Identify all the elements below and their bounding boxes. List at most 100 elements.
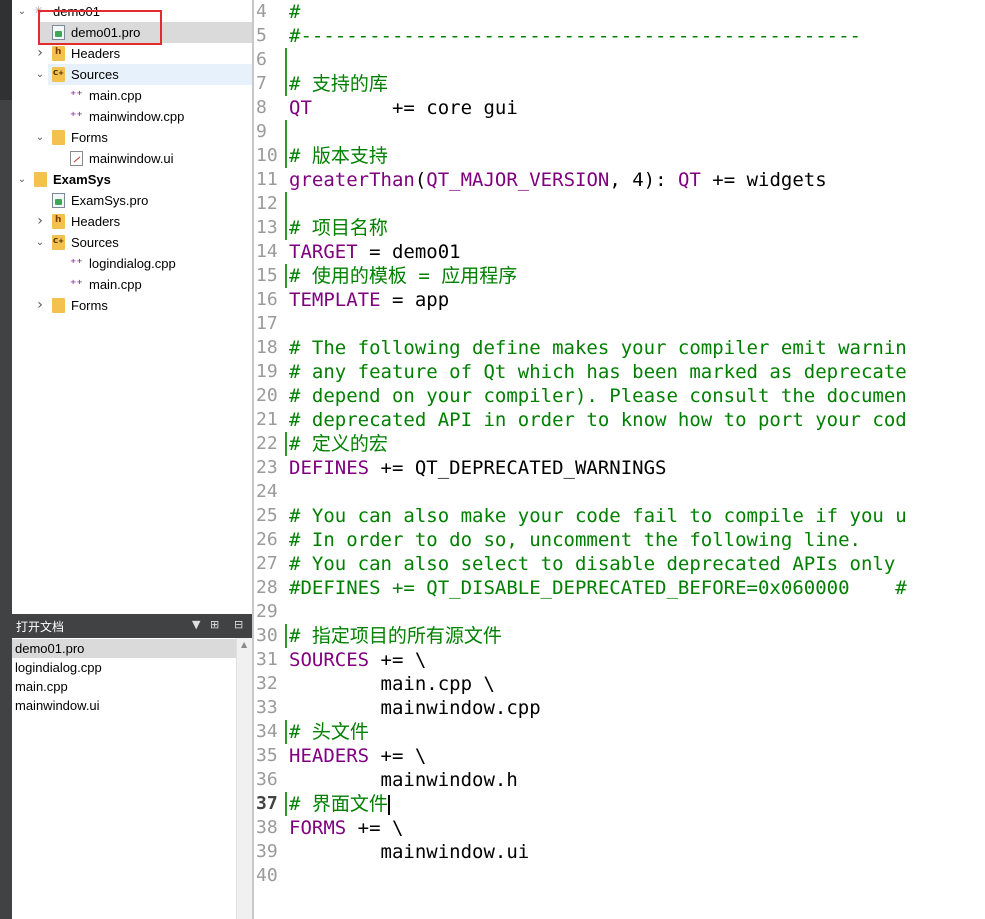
code-line[interactable]: 19 # any feature of Qt which has been mar… bbox=[254, 360, 985, 384]
line-number: 34 bbox=[256, 721, 278, 742]
code-keyword: QT bbox=[289, 97, 312, 119]
code-text: # 使用的模板 = 应用程序 bbox=[289, 264, 517, 288]
tree-item[interactable]: ⌄ Sources bbox=[12, 232, 252, 253]
tree-item[interactable]: › Forms bbox=[12, 295, 252, 316]
code-line[interactable]: 12 bbox=[254, 192, 985, 216]
code-line[interactable]: 27 # You can also select to disable depre… bbox=[254, 552, 985, 576]
code-line[interactable]: 4 # bbox=[254, 0, 985, 24]
code-line[interactable]: 29 bbox=[254, 600, 985, 624]
code-line[interactable]: 22 # 定义的宏 bbox=[254, 432, 985, 456]
code-line[interactable]: 11 greaterThan(QT_MAJOR_VERSION, 4): QT +… bbox=[254, 168, 985, 192]
code-line[interactable]: 34 # 头文件 bbox=[254, 720, 985, 744]
code-line[interactable]: 25 # You can also make your code fail to … bbox=[254, 504, 985, 528]
tree-item[interactable]: › Headers bbox=[12, 43, 252, 64]
code-line[interactable]: 15 # 使用的模板 = 应用程序 bbox=[254, 264, 985, 288]
tree-item[interactable]: ⁺⁺ logindialog.cpp bbox=[12, 253, 252, 274]
chevron-down-icon[interactable]: ⌄ bbox=[34, 64, 46, 85]
open-documents-list: demo01.pro logindialog.cpp main.cpp mainwin… bbox=[12, 638, 236, 919]
line-number: 33 bbox=[256, 697, 278, 718]
code-line[interactable]: 20 # depend on your compiler). Please con… bbox=[254, 384, 985, 408]
code-comment: # deprecated API in order to know how to… bbox=[289, 409, 907, 431]
code-line[interactable]: 24 bbox=[254, 480, 985, 504]
change-marker bbox=[285, 48, 287, 72]
chevron-down-icon[interactable]: ⌄ bbox=[34, 232, 46, 253]
chevron-down-icon[interactable]: ⌄ bbox=[34, 127, 46, 148]
code-text: # 头文件 bbox=[289, 720, 369, 744]
ui-file-icon bbox=[70, 151, 83, 166]
code-line[interactable]: 30 # 指定项目的所有源文件 bbox=[254, 624, 985, 648]
code-line[interactable]: 40 bbox=[254, 864, 985, 888]
code-token: += \ bbox=[369, 745, 427, 767]
tree-item[interactable]: ⌄ Forms bbox=[12, 127, 252, 148]
code-text: greaterThan(QT_MAJOR_VERSION, 4): QT += … bbox=[289, 168, 827, 192]
open-document-item[interactable]: demo01.pro bbox=[12, 639, 236, 658]
mode-sidebar-active bbox=[0, 0, 12, 100]
chevron-right-icon[interactable]: › bbox=[34, 295, 46, 316]
code-text: # bbox=[289, 0, 300, 24]
code-line[interactable]: 36 mainwindow.h bbox=[254, 768, 985, 792]
code-line[interactable]: 33 mainwindow.cpp bbox=[254, 696, 985, 720]
code-line[interactable]: 31 SOURCES += \ bbox=[254, 648, 985, 672]
line-number: 11 bbox=[256, 169, 278, 190]
code-line[interactable]: 37 # 界面文件 bbox=[254, 792, 985, 816]
highlight-box bbox=[38, 10, 162, 45]
open-document-item[interactable]: logindialog.cpp bbox=[12, 658, 236, 677]
code-line[interactable]: 5 #--------------------------------------… bbox=[254, 24, 985, 48]
code-line[interactable]: 7 # 支持的库 bbox=[254, 72, 985, 96]
open-documents-header: 打开文档 ▼ ⊞ ⊟ bbox=[12, 614, 252, 638]
tree-item[interactable]: ⁺⁺ main.cpp bbox=[12, 274, 252, 295]
code-line[interactable]: 35 HEADERS += \ bbox=[254, 744, 985, 768]
dropdown-icon[interactable]: ▼ bbox=[192, 618, 200, 631]
code-line[interactable]: 21 # deprecated API in order to know how … bbox=[254, 408, 985, 432]
code-line[interactable]: 17 bbox=[254, 312, 985, 336]
tree-item[interactable]: ⌄ Sources bbox=[36, 64, 252, 85]
split-icon[interactable]: ⊞ bbox=[210, 618, 219, 631]
code-line[interactable]: 10 # 版本支持 bbox=[254, 144, 985, 168]
code-editor[interactable]: 4 #5 #------------------------------------… bbox=[254, 0, 985, 919]
code-text: DEFINES += QT_DEPRECATED_WARNINGS bbox=[289, 456, 667, 480]
close-panel-icon[interactable]: ⊟ bbox=[234, 618, 243, 631]
code-text: # 界面文件 bbox=[289, 792, 390, 816]
open-documents-scrollbar[interactable]: ▲ bbox=[236, 638, 252, 919]
open-document-item[interactable]: main.cpp bbox=[12, 677, 236, 696]
code-line[interactable]: 6 bbox=[254, 48, 985, 72]
code-line[interactable]: 39 mainwindow.ui bbox=[254, 840, 985, 864]
code-line[interactable]: 14 TARGET = demo01 bbox=[254, 240, 985, 264]
scroll-up-icon[interactable]: ▲ bbox=[241, 640, 247, 649]
code-line[interactable]: 26 # In order to do so, uncomment the fol… bbox=[254, 528, 985, 552]
tree-item[interactable]: ExamSys.pro bbox=[12, 190, 252, 211]
tree-item-label: ExamSys.pro bbox=[71, 193, 149, 208]
line-number: 4 bbox=[256, 1, 267, 22]
tree-item[interactable]: ⁺⁺ main.cpp bbox=[12, 85, 252, 106]
code-line[interactable]: 16 TEMPLATE = app bbox=[254, 288, 985, 312]
tree-item[interactable]: ⁺⁺ mainwindow.cpp bbox=[12, 106, 252, 127]
code-line[interactable]: 32 main.cpp \ bbox=[254, 672, 985, 696]
chevron-down-icon[interactable]: ⌄ bbox=[16, 1, 28, 22]
tree-item[interactable]: mainwindow.ui bbox=[12, 148, 252, 169]
code-line[interactable]: 28 #DEFINES += QT_DISABLE_DEPRECATED_BEFO… bbox=[254, 576, 985, 600]
chevron-right-icon[interactable]: › bbox=[34, 211, 46, 232]
code-line[interactable]: 23 DEFINES += QT_DEPRECATED_WARNINGS bbox=[254, 456, 985, 480]
code-line[interactable]: 38 FORMS += \ bbox=[254, 816, 985, 840]
cpp-file-icon: ⁺⁺ bbox=[70, 256, 83, 270]
line-number: 39 bbox=[256, 841, 278, 862]
chevron-right-icon[interactable]: › bbox=[34, 43, 46, 64]
line-number: 16 bbox=[256, 289, 278, 310]
code-line[interactable]: 18 # The following define makes your comp… bbox=[254, 336, 985, 360]
chevron-down-icon[interactable]: ⌄ bbox=[16, 169, 28, 190]
cpp-file-icon: ⁺⁺ bbox=[70, 277, 83, 291]
tree-item-label: mainwindow.ui bbox=[89, 151, 174, 166]
code-comment: # 版本支持 bbox=[289, 145, 388, 167]
tree-item[interactable]: › Headers bbox=[12, 211, 252, 232]
code-line[interactable]: 9 bbox=[254, 120, 985, 144]
code-token: mainwindow.cpp bbox=[289, 697, 541, 719]
code-line[interactable]: 13 # 项目名称 bbox=[254, 216, 985, 240]
line-number: 31 bbox=[256, 649, 278, 670]
tree-item[interactable]: ⌄ ExamSys bbox=[12, 169, 252, 190]
code-token: , 4): bbox=[609, 169, 678, 191]
code-comment: #DEFINES += QT_DISABLE_DEPRECATED_BEFORE… bbox=[289, 577, 907, 599]
tree-item-label: Sources bbox=[71, 235, 119, 250]
tree-item-label: Headers bbox=[71, 46, 121, 61]
open-document-item[interactable]: mainwindow.ui bbox=[12, 696, 236, 715]
code-line[interactable]: 8 QT += core gui bbox=[254, 96, 985, 120]
